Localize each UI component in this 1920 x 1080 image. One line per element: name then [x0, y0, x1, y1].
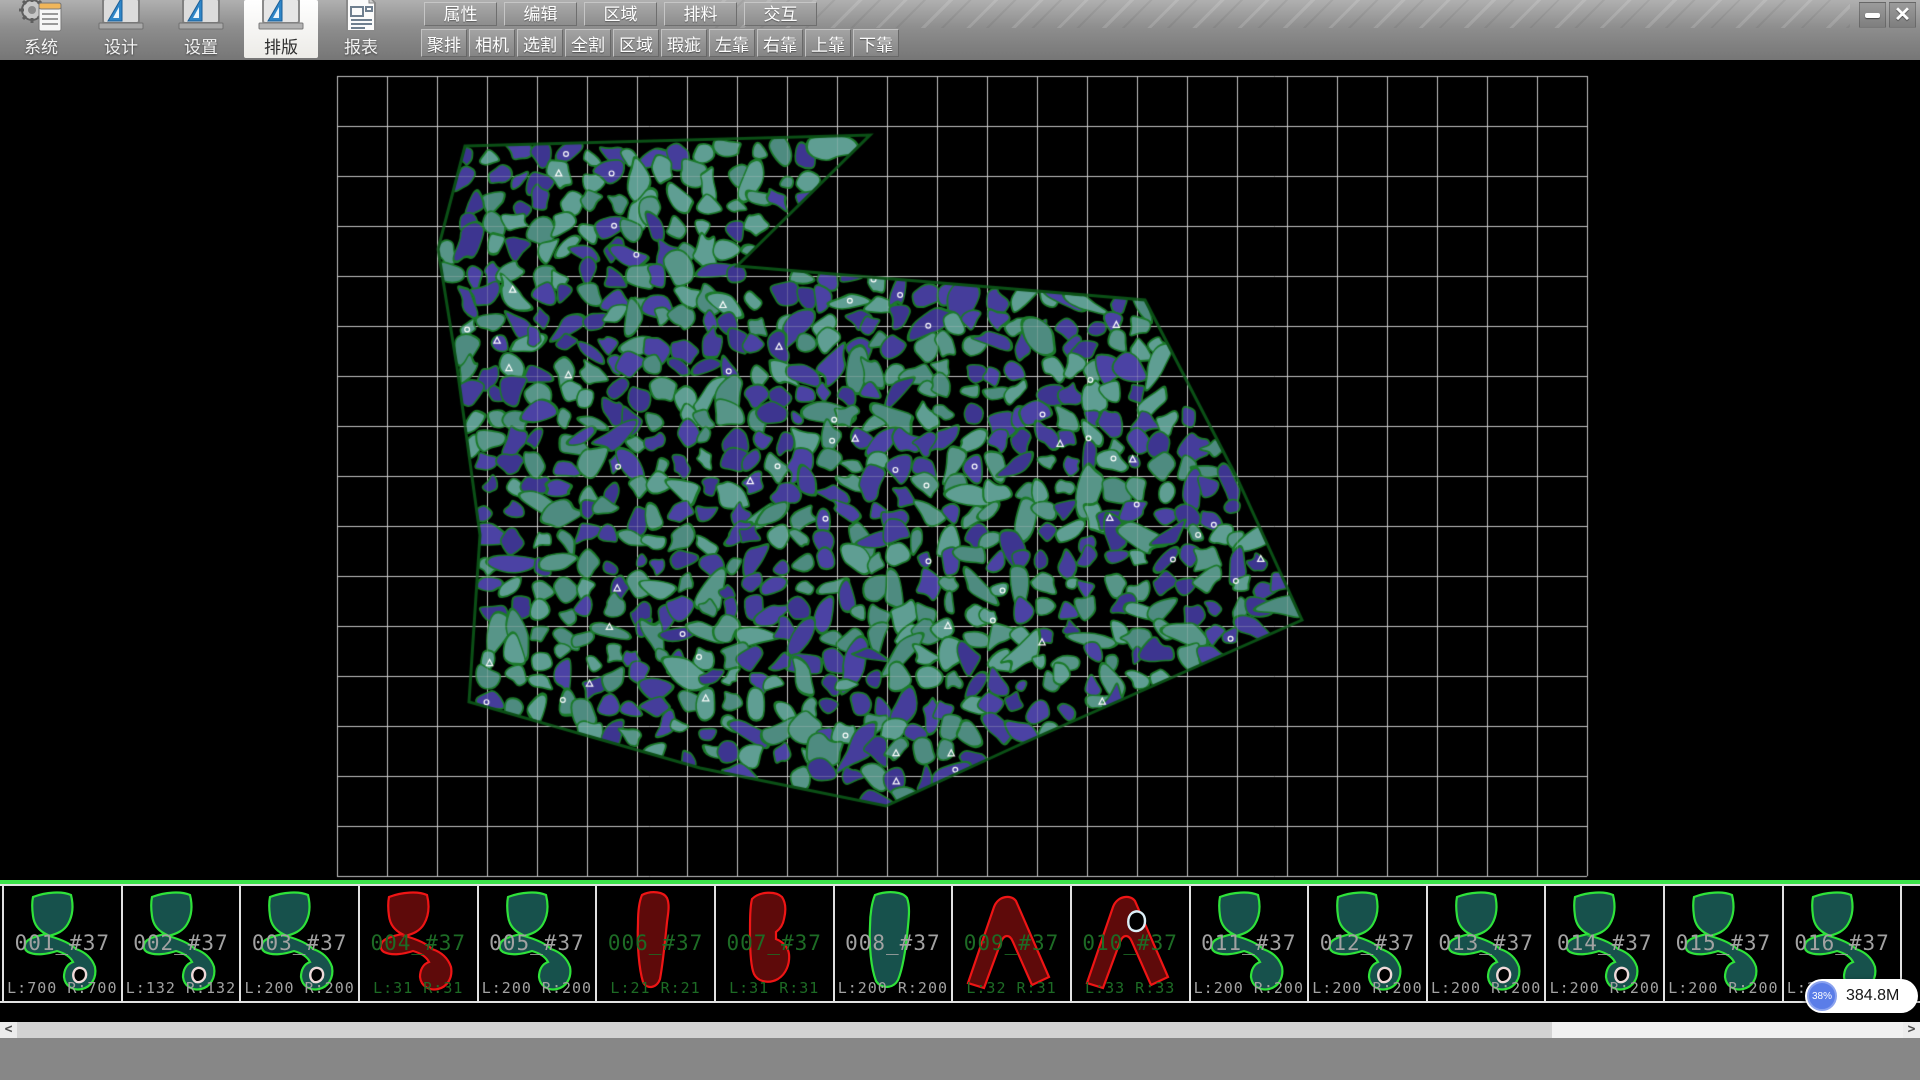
scroll-left-button[interactable]: < — [0, 1022, 17, 1038]
tool-button-7[interactable]: 左靠 — [709, 29, 755, 57]
menu-bar: 属性编辑区域排料交互 — [424, 2, 817, 26]
piece-lr-label: L:200 R:200 — [835, 979, 952, 997]
piece-id-label: 005_#37 — [479, 931, 596, 955]
piece-cell-6[interactable]: 006_#37 L:21 R:21 — [595, 886, 714, 1001]
piece-cell-4[interactable]: 004_#37 L:31 R:31 — [358, 886, 477, 1001]
piece-lr-label: L:200 R:200 — [1546, 979, 1663, 997]
tool-button-5[interactable]: 区域 — [613, 29, 659, 57]
piece-cell-1[interactable]: 001_#37 L:700 R:700 — [2, 886, 121, 1001]
mode-button-system[interactable]: 系统 — [4, 0, 78, 58]
tool-button-3[interactable]: 选割 — [517, 29, 563, 57]
mode-button-settings[interactable]: 设置 — [164, 0, 238, 58]
mode-button-label: 系统 — [24, 33, 58, 58]
piece-lr-label: L:32 R:31 — [953, 979, 1070, 997]
piece-id-label: 012_#37 — [1309, 931, 1426, 955]
mode-button-layout[interactable]: 排版 — [244, 0, 318, 58]
piece-id-label: 003_#37 — [241, 931, 358, 955]
tool-button-4[interactable]: 全割 — [565, 29, 611, 57]
piece-lr-label: L:200 R:200 — [241, 979, 358, 997]
mode-button-label: 设计 — [104, 33, 138, 58]
close-button[interactable]: ✕ — [1889, 2, 1916, 28]
piece-cell-2[interactable]: 002_#37 L:132 R:132 — [121, 886, 240, 1001]
piece-id-label: 014_#37 — [1546, 931, 1663, 955]
piece-id-label: 016_#37 — [1784, 931, 1901, 955]
mode-button-report[interactable]: 报表 — [324, 0, 398, 58]
piece-thumbnail — [1910, 889, 1920, 998]
piece-id-label: 009_#37 — [953, 931, 1070, 955]
horizontal-scrollbar[interactable]: < > — [0, 1022, 1920, 1038]
piece-id-label: 002_#37 — [123, 931, 240, 955]
menu-item-2[interactable]: 编辑 — [504, 2, 577, 26]
piece-cell-8[interactable]: 008_#37 L:200 R:200 — [833, 886, 952, 1001]
close-icon: ✕ — [1894, 5, 1911, 25]
mode-button-label: 报表 — [344, 33, 378, 58]
piece-cell-9[interactable]: 009_#37 L:32 R:31 — [951, 886, 1070, 1001]
piece-lr-label: L:31 R:31 — [360, 979, 477, 997]
mode-button-label: 设置 — [184, 33, 218, 58]
piece-lr-label: L:200 R:200 — [479, 979, 596, 997]
menu-item-4[interactable]: 排料 — [664, 2, 737, 26]
piece-lr-label: L:132 R:132 — [123, 979, 240, 997]
memory-size-label: 384.8M — [1846, 979, 1899, 1013]
mode-button-label: 排版 — [264, 33, 298, 58]
piece-cell-11[interactable]: 011_#37 L:200 R:200 — [1189, 886, 1308, 1001]
piece-id-label: 011_#37 — [1191, 931, 1308, 955]
menu-item-5[interactable]: 交互 — [744, 2, 817, 26]
tool-button-6[interactable]: 瑕疵 — [661, 29, 707, 57]
mode-button-design[interactable]: 设计 — [84, 0, 158, 58]
piece-cell-5[interactable]: 005_#37 L:200 R:200 — [477, 886, 596, 1001]
piece-lr-label: L:200 R:200 — [1309, 979, 1426, 997]
piece-id-label: 004_#37 — [360, 931, 477, 955]
piece-id-label: 006_#37 — [597, 931, 714, 955]
piece-cell-13[interactable]: 013_#37 L:200 R:200 — [1426, 886, 1545, 1001]
piece-cell-10[interactable]: 010_#37 L:33 R:33 — [1070, 886, 1189, 1001]
piece-cell-12[interactable]: 012_#37 L:200 R:200 — [1307, 886, 1426, 1001]
piece-cell-7[interactable]: 007_#37 L:31 R:31 — [714, 886, 833, 1001]
tool-button-2[interactable]: 相机 — [469, 29, 515, 57]
tool-bar: 聚排相机选割全割区域瑕疵左靠右靠上靠下靠 — [421, 29, 899, 57]
settings-ruler-icon — [175, 0, 227, 33]
piece-lr-label: L:200 R:200 — [1191, 979, 1308, 997]
minimize-icon — [1865, 13, 1880, 18]
piece-lr-label: L:200 R:200 — [1665, 979, 1782, 997]
main-toolbar: 系统 设计 设置 — [0, 0, 1920, 60]
menu-item-3[interactable]: 区域 — [584, 2, 657, 26]
tool-button-10[interactable]: 下靠 — [853, 29, 899, 57]
chevron-left-icon: < — [5, 1022, 13, 1037]
minimize-button[interactable] — [1859, 2, 1886, 28]
report-document-icon — [339, 0, 383, 33]
pieces-filmstrip: 001_#37L:700 R:700002_#37L:132 R:132003_… — [0, 884, 1920, 1003]
piece-id-label: 008_#37 — [835, 931, 952, 955]
progress-percent: 38% — [1812, 991, 1832, 1002]
piece-cell-15[interactable]: 015_#37 L:200 R:200 — [1663, 886, 1782, 1001]
toolbar-stripe-decoration — [700, 0, 1850, 28]
tool-button-1[interactable]: 聚排 — [421, 29, 467, 57]
piece-lr-label: L:31 R:31 — [716, 979, 833, 997]
piece-id-label: 010_#37 — [1072, 931, 1189, 955]
piece-lr-label: L:200 R:200 — [1428, 979, 1545, 997]
piece-id-label: 001_#37 — [4, 931, 121, 955]
piece-id-label: 015_#37 — [1665, 931, 1782, 955]
tool-button-8[interactable]: 右靠 — [757, 29, 803, 57]
piece-lr-label: L:33 R:33 — [1072, 979, 1189, 997]
scroll-right-button[interactable]: > — [1903, 1022, 1920, 1038]
tool-button-9[interactable]: 上靠 — [805, 29, 851, 57]
piece-id-label: 007_#37 — [716, 931, 833, 955]
nesting-canvas[interactable] — [0, 60, 1920, 880]
progress-badge[interactable]: 38% 384.8M — [1805, 979, 1918, 1013]
piece-id-label: 013_#37 — [1428, 931, 1545, 955]
piece-lr-label: L:21 R:21 — [597, 979, 714, 997]
piece-lr-label: L:700 R:700 — [4, 979, 121, 997]
scrollbar-thumb[interactable] — [17, 1022, 1552, 1038]
system-gear-icon — [15, 0, 67, 33]
layout-ruler-icon — [255, 0, 307, 33]
status-bar — [0, 1038, 1920, 1080]
design-ruler-icon — [95, 0, 147, 33]
progress-percent-circle: 38% — [1807, 981, 1837, 1011]
piece-cell-3[interactable]: 003_#37 L:200 R:200 — [239, 886, 358, 1001]
menu-item-1[interactable]: 属性 — [424, 2, 497, 26]
piece-cell-14[interactable]: 014_#37 L:200 R:200 — [1544, 886, 1663, 1001]
chevron-right-icon: > — [1908, 1022, 1916, 1037]
